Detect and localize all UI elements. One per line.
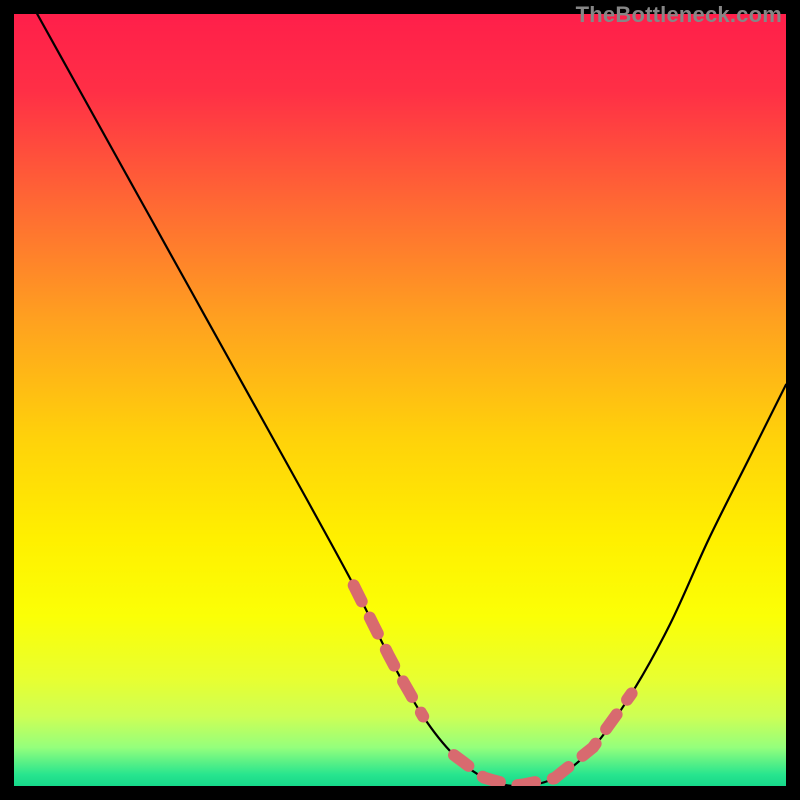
gradient-background <box>14 14 786 786</box>
bottleneck-chart <box>14 14 786 786</box>
chart-frame <box>14 14 786 786</box>
watermark-text: TheBottleneck.com <box>576 2 782 28</box>
